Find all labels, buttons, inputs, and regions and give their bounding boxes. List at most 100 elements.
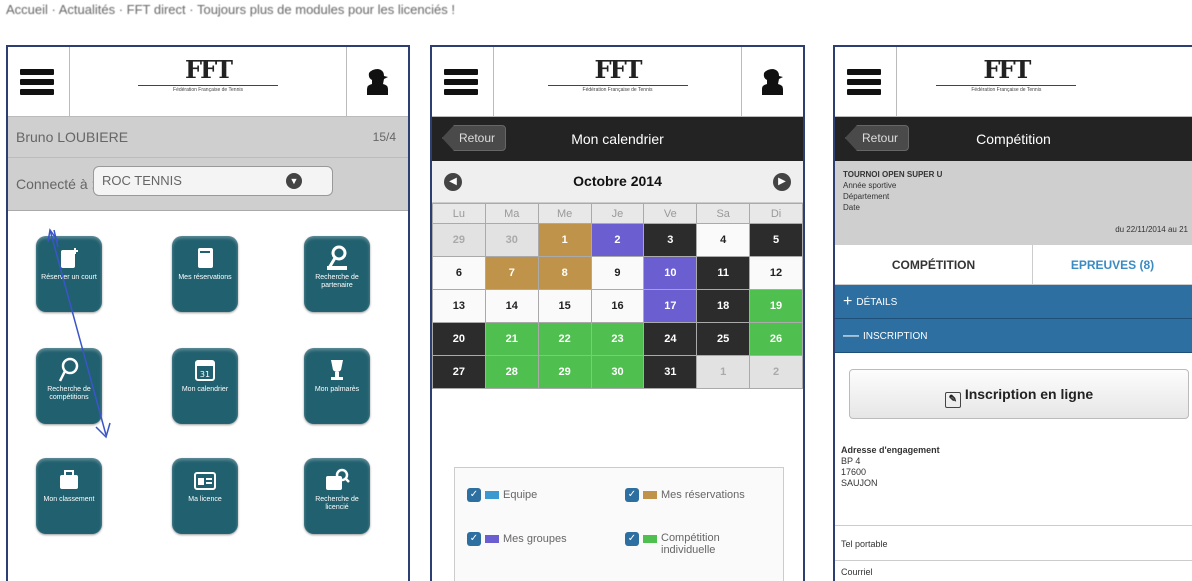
calendar-day[interactable]: 6: [432, 256, 486, 290]
calendar-day[interactable]: 22: [537, 322, 592, 356]
calendar-day[interactable]: 4: [696, 223, 751, 257]
hamburger-menu-icon[interactable]: [432, 47, 494, 117]
tile-competition-search[interactable]: Recherche de compétitions: [36, 348, 102, 424]
tile-label: Réserver un court: [41, 274, 97, 281]
calendar-day[interactable]: 19: [749, 289, 803, 323]
address-title: Adresse d'engagement: [841, 445, 940, 455]
weekday-header: Lu: [432, 203, 486, 224]
calendar-day[interactable]: 9: [590, 256, 645, 290]
legend-swatch: [485, 491, 499, 499]
calendar-day[interactable]: 30: [484, 223, 539, 257]
calendar-day[interactable]: 15: [537, 289, 592, 323]
calendar-day[interactable]: 24: [643, 322, 698, 356]
legend-swatch: [643, 491, 657, 499]
calendar-day[interactable]: 21: [484, 322, 539, 356]
svg-text:31: 31: [200, 370, 210, 379]
calendar-day[interactable]: 30: [590, 355, 645, 389]
calendar-day[interactable]: 17: [643, 289, 698, 323]
court-reservation-icon: [36, 244, 102, 272]
calendar-grid: Lu Ma Me Je Ve Sa Di 29 30 1 2 3 4 5 6 7 8 9 10 11 12 13 14 15…: [432, 203, 803, 389]
calendar-day[interactable]: 27: [432, 355, 486, 389]
online-registration-button[interactable]: ✎ Inscription en ligne: [849, 369, 1189, 419]
calendar-day[interactable]: 8: [537, 256, 592, 290]
calendar-day[interactable]: 29: [537, 355, 592, 389]
calendar-day[interactable]: 1: [696, 355, 751, 389]
checkbox-checked-icon: ✓: [625, 488, 639, 502]
checkbox-checked-icon: ✓: [467, 532, 481, 546]
info-row-date: Date: [843, 203, 860, 212]
partner-search-icon: [304, 244, 370, 272]
legend-item-reservations[interactable]: ✓ Mes réservations: [625, 488, 745, 502]
legend-item-groupes[interactable]: ✓ Mes groupes: [467, 532, 567, 546]
phone-competition-screen: FFT Fédération Française de Tennis Retou…: [833, 45, 1192, 581]
calendar-day[interactable]: 1: [537, 223, 592, 257]
calendar-day[interactable]: 14: [484, 289, 539, 323]
licensee-search-icon: [304, 466, 370, 494]
calendar-day[interactable]: 25: [696, 322, 751, 356]
ranking-icon: [36, 466, 102, 494]
legend-swatch: [643, 535, 657, 543]
details-accordion[interactable]: + DÉTAILS: [835, 285, 1192, 319]
tile-ranking[interactable]: Mon classement: [36, 458, 102, 534]
calendar-day[interactable]: 7: [484, 256, 539, 290]
page: Accueil · Actualités · FFT direct · Touj…: [0, 0, 1192, 581]
connect-label: Connecté à :: [16, 176, 96, 192]
calendar-day[interactable]: 23: [590, 322, 645, 356]
hamburger-menu-icon[interactable]: [8, 47, 70, 117]
calendar-day[interactable]: 26: [749, 322, 803, 356]
calendar-day[interactable]: 28: [484, 355, 539, 389]
calendar-day[interactable]: 10: [643, 256, 698, 290]
info-row-department: Département: [843, 192, 890, 201]
tile-licensee-search[interactable]: Recherche de licencié: [304, 458, 370, 534]
legend-item-competition[interactable]: ✓ Compétition individuelle: [625, 532, 775, 556]
calendar-day[interactable]: 13: [432, 289, 486, 323]
calendar-day[interactable]: 2: [749, 355, 803, 389]
calendar-day[interactable]: 20: [432, 322, 486, 356]
checkbox-checked-icon: ✓: [467, 488, 481, 502]
legend-item-equipe[interactable]: ✓ Equipe: [467, 488, 537, 502]
tile-license-card[interactable]: Ma licence: [172, 458, 238, 534]
user-profile-icon[interactable]: [741, 47, 803, 117]
weekday-header: Me: [537, 203, 592, 224]
tile-court-reservation[interactable]: Réserver un court: [36, 236, 102, 312]
address-line: SAUJON: [841, 478, 878, 488]
user-profile-icon[interactable]: [346, 47, 408, 117]
page-title: Compétition: [976, 131, 1051, 147]
fft-logo: FFT Fédération Française de Tennis: [547, 57, 688, 94]
calendar-day[interactable]: 31: [643, 355, 698, 389]
trophy-icon: [304, 356, 370, 384]
tile-trophy[interactable]: Mon palmarès: [304, 348, 370, 424]
minus-icon: —: [843, 327, 859, 344]
club-select[interactable]: ROC TENNIS ▼: [93, 166, 333, 196]
tile-calendar[interactable]: 31 Mon calendrier: [172, 348, 238, 424]
registration-address: Adresse d'engagement BP 4 17600 SAUJON: [841, 445, 940, 489]
calendar-day[interactable]: 3: [643, 223, 698, 257]
calendar-legend: ✓ Equipe ✓ Mes réservations ✓ Mes groupes ✓…: [454, 467, 784, 581]
courriel-row: Courriel: [841, 567, 873, 577]
tile-partner-search[interactable]: Recherche de partenaire: [304, 236, 370, 312]
club-select-value: ROC TENNIS: [102, 173, 182, 188]
calendar-day[interactable]: 16: [590, 289, 645, 323]
calendar-day[interactable]: 12: [749, 256, 803, 290]
inscription-accordion[interactable]: — INSCRIPTION: [835, 319, 1192, 353]
tile-label: Mon classement: [43, 496, 95, 503]
competition-info: TOURNOI OPEN SUPER U Année sportive Dépa…: [835, 161, 1192, 245]
calendar-day[interactable]: 2: [590, 223, 645, 257]
next-month-icon[interactable]: ▶: [773, 173, 791, 191]
tel-portable-row: Tel portable: [835, 525, 1192, 561]
hamburger-menu-icon[interactable]: [835, 47, 897, 117]
tile-label: Recherche de compétitions: [47, 386, 91, 401]
phone-calendar-screen: FFT Fédération Française de Tennis Retou…: [430, 45, 805, 581]
tab-competition[interactable]: COMPÉTITION: [835, 245, 1033, 285]
user-ranking: 15/4: [372, 130, 396, 144]
calendar-day[interactable]: 29: [432, 223, 486, 257]
calendar-day[interactable]: 11: [696, 256, 751, 290]
address-line: 17600: [841, 467, 867, 477]
calendar-day[interactable]: 18: [696, 289, 751, 323]
tab-epreuves[interactable]: EPREUVES (8): [1033, 245, 1192, 285]
tile-book[interactable]: Mes réservations: [172, 236, 238, 312]
calendar-day[interactable]: 5: [749, 223, 803, 257]
tile-label: Ma licence: [188, 496, 222, 503]
phone-home-screen: FFT Fédération Française de Tennis Bruno…: [6, 45, 410, 581]
user-name-bar: Bruno LOUBIERE 15/4: [8, 117, 408, 157]
